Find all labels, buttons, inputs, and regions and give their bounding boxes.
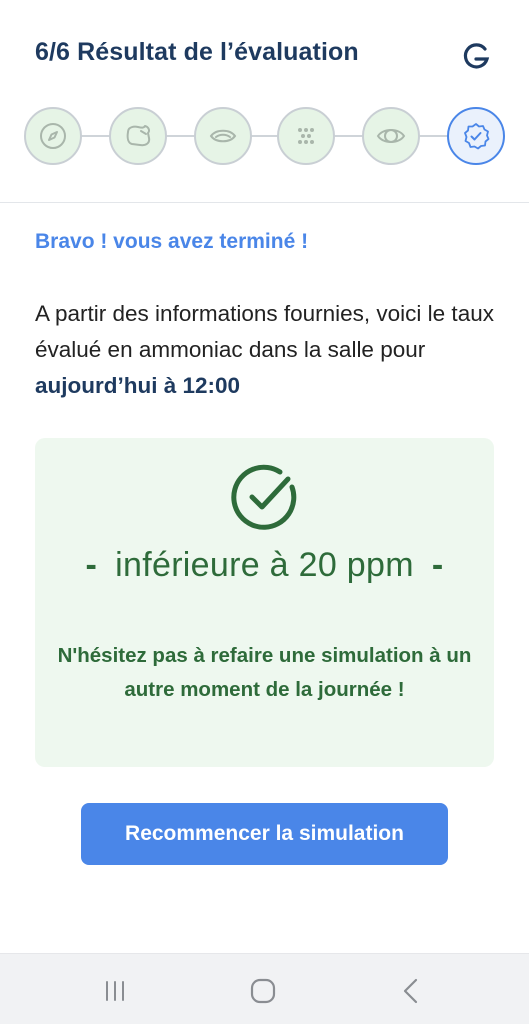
header: 6/6 Résultat de l’évaluation	[0, 0, 529, 203]
result-card: - inférieure à 20 ppm - N'hésitez pas à re…	[35, 438, 494, 767]
compass-icon	[40, 123, 66, 149]
eye-icon	[376, 129, 406, 143]
home-icon[interactable]	[246, 974, 280, 1008]
check-circle-icon	[231, 464, 297, 530]
step-2-meat[interactable]	[109, 107, 167, 165]
reload-g-icon[interactable]	[458, 38, 494, 74]
level-value: inférieure à 20 ppm	[115, 546, 414, 584]
progress-steps	[0, 106, 529, 166]
evaluation-time: aujourd’hui à 12:00	[35, 373, 241, 398]
meat-icon	[126, 125, 151, 147]
back-icon[interactable]	[395, 974, 429, 1008]
step-5-eye[interactable]	[362, 107, 420, 165]
result-description: A partir des informations fournies, voic…	[35, 296, 505, 404]
badge-check-icon	[464, 123, 490, 150]
step-4-dots[interactable]	[277, 107, 335, 165]
page-title: 6/6 Résultat de l’évaluation	[35, 38, 359, 66]
description-text: A partir des informations fournies, voic…	[35, 301, 494, 362]
completion-message: Bravo ! vous avez terminé !	[35, 230, 309, 253]
advice-text: N'hésitez pas à refaire une simulation à…	[57, 644, 472, 701]
eye-closed-icon	[209, 129, 237, 143]
step-6-badge-check[interactable]	[447, 107, 505, 165]
dots-grid-icon	[298, 128, 314, 144]
step-1-compass[interactable]	[24, 107, 82, 165]
restart-simulation-button[interactable]: Recommencer la simulation	[81, 803, 448, 865]
recent-apps-icon[interactable]	[98, 974, 132, 1008]
system-navbar	[0, 953, 529, 1024]
step-3-eye-closed[interactable]	[194, 107, 252, 165]
level-dash-left: -	[85, 546, 98, 584]
ammonia-level: - inférieure à 20 ppm -	[35, 546, 494, 585]
level-dash-right: -	[431, 546, 444, 584]
